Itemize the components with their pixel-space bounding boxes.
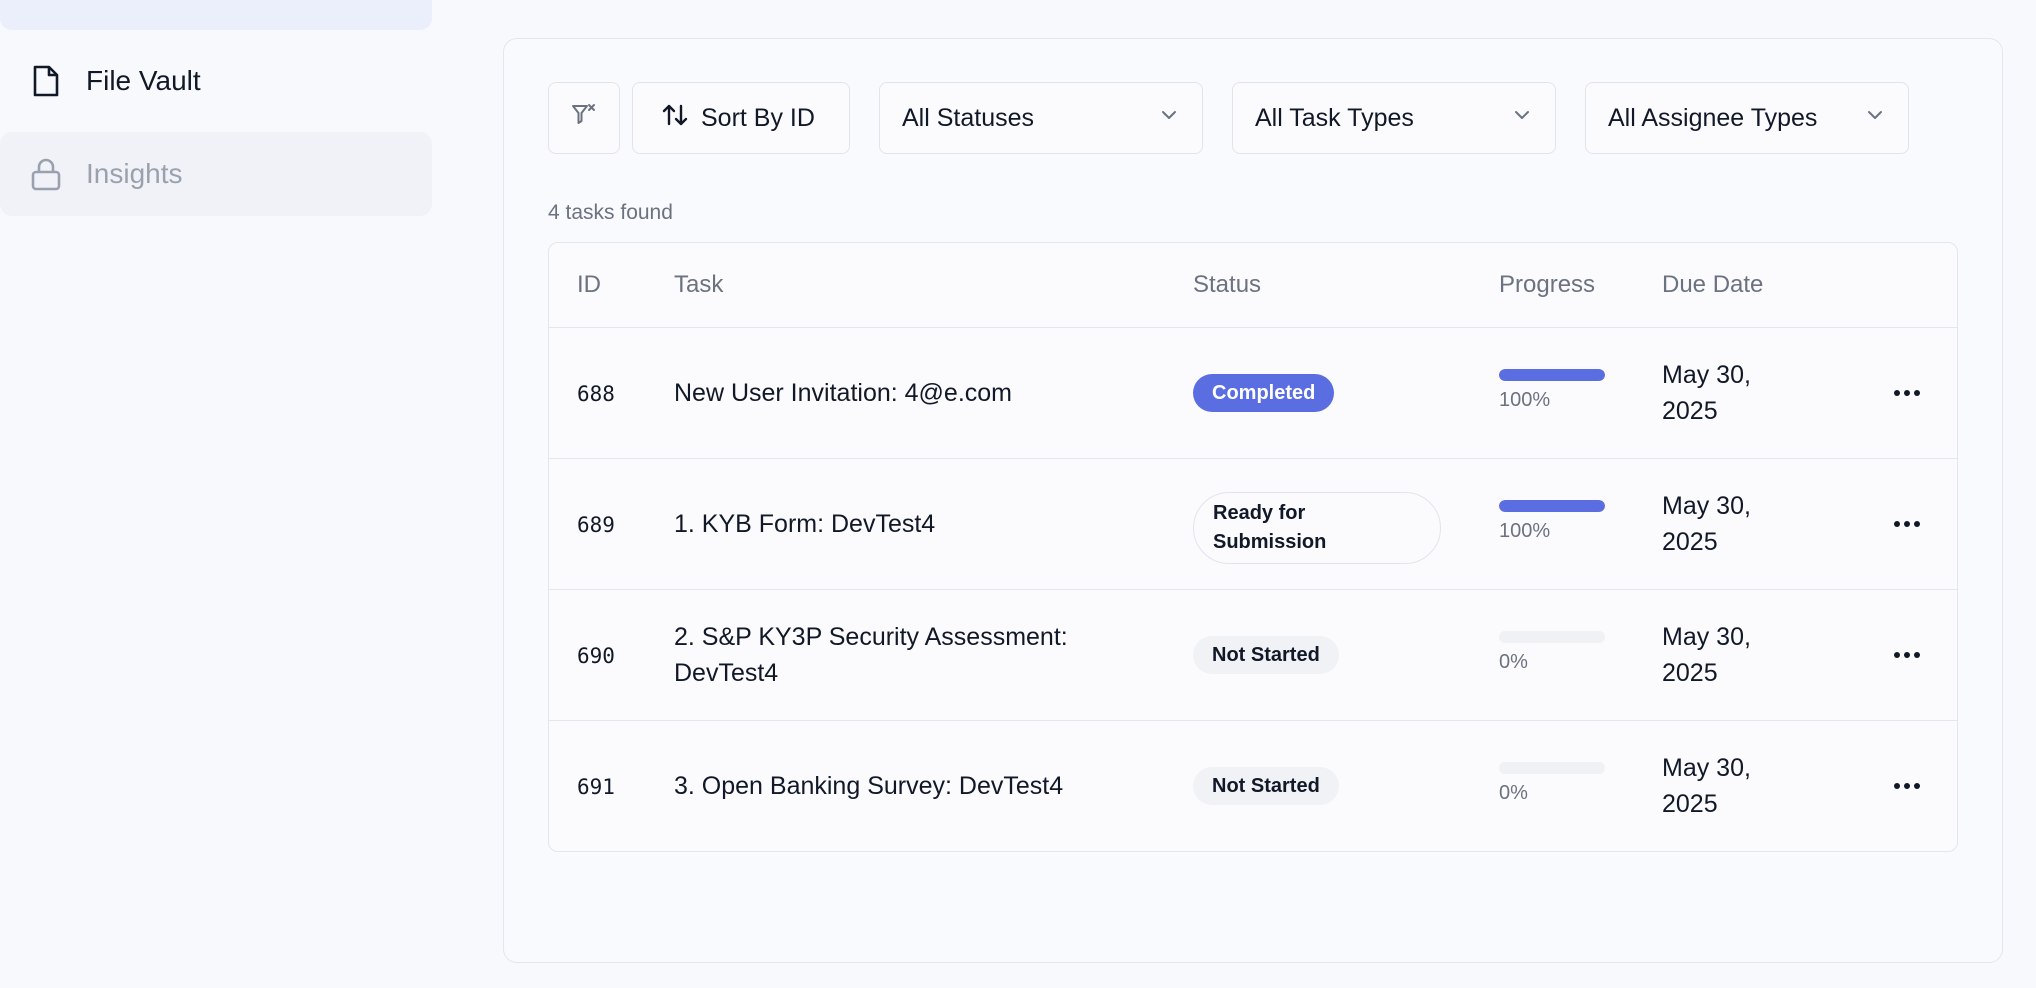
assignee-type-select[interactable]: All Assignee Types — [1585, 82, 1909, 154]
due-date-line2: 2025 — [1662, 659, 1718, 687]
task-id: 689 — [577, 513, 615, 537]
more-horizontal-icon — [1894, 521, 1920, 527]
due-date: May 30, 2025 — [1662, 619, 1782, 691]
sidebar-item-file-vault[interactable]: File Vault — [0, 39, 432, 123]
task-id: 688 — [577, 382, 615, 406]
row-actions-button[interactable] — [1887, 783, 1927, 789]
task-id: 690 — [577, 644, 615, 668]
sidebar-item-insights[interactable]: Insights — [0, 132, 432, 216]
table-row[interactable]: 688 New User Invitation: 4@e.com Complet… — [549, 328, 1957, 459]
chevron-down-icon — [1864, 104, 1886, 133]
progress-percent: 0% — [1499, 782, 1528, 804]
progress-percent: 0% — [1499, 651, 1528, 673]
status-badge-label: Ready for Submission — [1193, 492, 1441, 564]
status-select-value: All Statuses — [902, 103, 1035, 132]
due-date-line1: May 30, — [1662, 623, 1751, 651]
status-badge: Ready for Submission — [1193, 492, 1441, 564]
progress-cell: 100% — [1499, 500, 1609, 543]
chevron-down-icon — [1511, 104, 1533, 133]
due-date-line2: 2025 — [1662, 528, 1718, 556]
progress-cell: 0% — [1499, 762, 1609, 805]
sort-button-label: Sort By ID — [701, 103, 815, 132]
status-select[interactable]: All Statuses — [879, 82, 1203, 154]
status-badge: Completed — [1193, 374, 1335, 412]
due-date-line1: May 30, — [1662, 492, 1751, 520]
chevron-down-icon — [1158, 104, 1180, 133]
table-header: ID Task Status Progress Due Date — [549, 243, 1957, 328]
due-date: May 30, 2025 — [1662, 750, 1782, 822]
task-name: 1. KYB Form: DevTest4 — [674, 510, 936, 538]
status-badge-label: Completed — [1193, 374, 1335, 412]
sidebar-item-label: Insights — [86, 158, 183, 189]
toolbar: Sort By ID All Statuses All Task Types A… — [548, 82, 1968, 154]
due-date-line2: 2025 — [1662, 397, 1718, 425]
progress-bar — [1499, 762, 1605, 774]
clear-filters-button[interactable] — [548, 82, 620, 154]
row-actions-button[interactable] — [1887, 652, 1927, 658]
sort-button[interactable]: Sort By ID — [632, 82, 850, 154]
more-horizontal-icon — [1894, 783, 1920, 789]
progress-bar — [1499, 500, 1605, 512]
progress-cell: 0% — [1499, 631, 1609, 674]
filter-clear-icon — [570, 101, 598, 136]
task-name: New User Invitation: 4@e.com — [674, 379, 1013, 407]
due-date: May 30, 2025 — [1662, 357, 1782, 429]
header-status: Status — [1193, 271, 1262, 298]
due-date-line1: May 30, — [1662, 361, 1751, 389]
due-date: May 30, 2025 — [1662, 488, 1782, 560]
task-type-select[interactable]: All Task Types — [1232, 82, 1556, 154]
status-badge-label: Not Started — [1193, 636, 1339, 674]
lock-icon — [30, 156, 62, 192]
sidebar-item-label: File Vault — [86, 65, 201, 96]
header-progress: Progress — [1499, 271, 1596, 298]
sidebar-item-active[interactable] — [0, 0, 432, 30]
header-due-date: Due Date — [1662, 271, 1764, 298]
task-name: 2. S&P KY3P Security Assessment: DevTest… — [674, 623, 1068, 687]
task-id: 691 — [577, 775, 615, 799]
status-badge: Not Started — [1193, 767, 1339, 805]
table-row[interactable]: 689 1. KYB Form: DevTest4 Ready for Subm… — [549, 459, 1957, 590]
more-horizontal-icon — [1894, 390, 1920, 396]
sort-arrows-icon — [661, 101, 689, 136]
progress-percent: 100% — [1499, 389, 1551, 411]
status-badge-label: Not Started — [1193, 767, 1339, 805]
progress-fill — [1499, 500, 1605, 512]
task-count: 4 tasks found — [548, 201, 673, 224]
progress-percent: 100% — [1499, 520, 1551, 542]
table-row[interactable]: 690 2. S&P KY3P Security Assessment: Dev… — [549, 590, 1957, 721]
task-table: ID Task Status Progress Due Date 688 New… — [548, 242, 1958, 852]
sidebar: File Vault Insights — [0, 0, 432, 988]
progress-bar — [1499, 631, 1605, 643]
progress-fill — [1499, 369, 1605, 381]
task-name: 3. Open Banking Survey: DevTest4 — [674, 772, 1064, 800]
table-row[interactable]: 691 3. Open Banking Survey: DevTest4 Not… — [549, 721, 1957, 851]
header-id: ID — [577, 271, 601, 298]
progress-cell: 100% — [1499, 369, 1609, 412]
assignee-type-select-value: All Assignee Types — [1608, 103, 1818, 132]
progress-bar — [1499, 369, 1605, 381]
due-date-line2: 2025 — [1662, 790, 1718, 818]
task-type-select-value: All Task Types — [1255, 103, 1414, 132]
status-badge: Not Started — [1193, 636, 1339, 674]
due-date-line1: May 30, — [1662, 754, 1751, 782]
more-horizontal-icon — [1894, 652, 1920, 658]
row-actions-button[interactable] — [1887, 521, 1927, 527]
header-task: Task — [674, 271, 724, 298]
row-actions-button[interactable] — [1887, 390, 1927, 396]
file-icon — [30, 63, 62, 99]
task-panel: Sort By ID All Statuses All Task Types A… — [503, 38, 2003, 963]
